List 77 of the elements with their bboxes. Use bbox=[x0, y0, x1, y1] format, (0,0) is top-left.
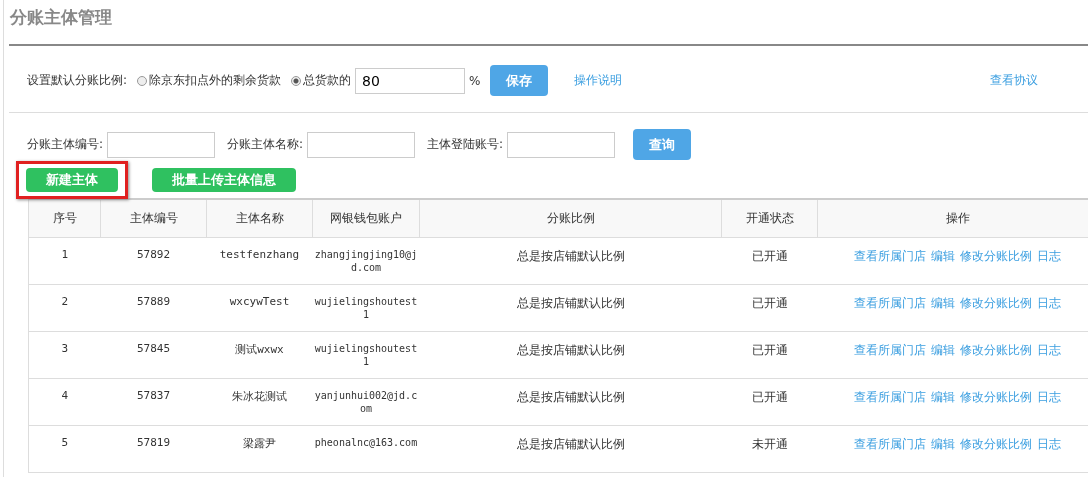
column-header: 主体名称 bbox=[206, 199, 313, 238]
field-label: 主体登陆账号: bbox=[427, 136, 504, 153]
save-button[interactable]: 保存 bbox=[490, 65, 549, 96]
action-link[interactable]: 修改分账比例 bbox=[959, 296, 1032, 310]
action-link[interactable]: 日志 bbox=[1036, 249, 1061, 263]
percent-sign: % bbox=[469, 73, 481, 88]
table-cell: 已开通 bbox=[721, 284, 818, 332]
column-header: 操作 bbox=[817, 199, 1088, 238]
table-cell: wujielingshoutest1 bbox=[312, 331, 420, 379]
table-cell: 测试wxwx bbox=[206, 331, 313, 379]
input-field[interactable] bbox=[107, 131, 216, 158]
column-header: 主体编号 bbox=[100, 199, 207, 238]
radio-label: 除京东扣点外的剩余货款 bbox=[149, 72, 282, 89]
table-cell: pheonalnc@163.com bbox=[312, 425, 420, 473]
action-link[interactable]: 查看所属门店 bbox=[853, 343, 926, 357]
action-link[interactable]: 编辑 bbox=[930, 249, 955, 263]
table-cell: 朱冰花测试 bbox=[206, 378, 313, 426]
table-cell: 3 bbox=[28, 331, 101, 379]
table-cell: 总是按店铺默认比例 bbox=[419, 425, 722, 473]
table-cell: 总是按店铺默认比例 bbox=[419, 237, 722, 285]
action-link[interactable]: 编辑 bbox=[930, 390, 955, 404]
input-field[interactable] bbox=[307, 131, 416, 158]
column-header: 序号 bbox=[28, 199, 101, 238]
setting-label: 设置默认分账比例: bbox=[27, 72, 128, 89]
table-cell: 5 bbox=[28, 425, 101, 473]
table-cell: 未开通 bbox=[721, 425, 818, 473]
action-link[interactable]: 查看所属门店 bbox=[853, 390, 926, 404]
page-title: 分账主体管理 bbox=[9, 6, 113, 29]
action-link[interactable]: 编辑 bbox=[930, 296, 955, 310]
table-cell: 总是按店铺默认比例 bbox=[419, 284, 722, 332]
action-link[interactable]: 日志 bbox=[1036, 390, 1061, 404]
agreement-link[interactable]: 查看协议 bbox=[990, 72, 1038, 89]
action-button[interactable]: 新建主体 bbox=[26, 168, 118, 192]
table-cell: 57837 bbox=[100, 378, 207, 426]
action-link[interactable]: 修改分账比例 bbox=[959, 437, 1032, 451]
column-header: 分账比例 bbox=[419, 199, 722, 238]
table-cell: zhangjingjing10@jd.com bbox=[312, 237, 420, 285]
action-link[interactable]: 编辑 bbox=[930, 437, 955, 451]
table-cell: 57892 bbox=[100, 237, 207, 285]
table-cell: 2 bbox=[28, 284, 101, 332]
help-link[interactable]: 操作说明 bbox=[574, 72, 623, 89]
radio-label: 总货款的 bbox=[303, 72, 352, 89]
input-field[interactable] bbox=[507, 131, 616, 158]
table-cell: 1 bbox=[28, 237, 101, 285]
table-cell: 已开通 bbox=[721, 331, 818, 379]
table-cell: 总是按店铺默认比例 bbox=[419, 378, 722, 426]
action-link[interactable]: 修改分账比例 bbox=[959, 343, 1032, 357]
action-button[interactable]: 批量上传主体信息 bbox=[152, 168, 296, 192]
table-cell: 已开通 bbox=[721, 237, 818, 285]
search-button[interactable]: 查询 bbox=[633, 129, 692, 160]
action-link[interactable]: 修改分账比例 bbox=[959, 390, 1032, 404]
action-link[interactable]: 查看所属门店 bbox=[853, 296, 926, 310]
table-cell: wxcywTest bbox=[206, 284, 313, 332]
table-cell: 4 bbox=[28, 378, 101, 426]
radio-button[interactable] bbox=[291, 75, 302, 86]
table-cell: 57889 bbox=[100, 284, 207, 332]
percent-field[interactable]: 80 bbox=[355, 67, 466, 94]
field-label: 分账主体编号: bbox=[27, 136, 104, 153]
action-link[interactable]: 查看所属门店 bbox=[853, 249, 926, 263]
table-cell: 已开通 bbox=[721, 378, 818, 426]
table-cell: 梁露尹 bbox=[206, 425, 313, 473]
column-header: 开通状态 bbox=[721, 199, 818, 238]
table-cell: wujielingshoutest1 bbox=[312, 284, 420, 332]
column-header: 网银钱包账户 bbox=[312, 199, 420, 238]
action-link[interactable]: 查看所属门店 bbox=[853, 437, 926, 451]
table-cell: testfenzhang bbox=[206, 237, 313, 285]
action-link[interactable]: 日志 bbox=[1036, 296, 1061, 310]
action-link[interactable]: 日志 bbox=[1036, 437, 1061, 451]
radio-button[interactable] bbox=[137, 75, 148, 86]
table-cell: 57819 bbox=[100, 425, 207, 473]
field-label: 分账主体名称: bbox=[227, 136, 304, 153]
table-cell: yanjunhui002@jd.com bbox=[312, 378, 420, 426]
table-cell: 总是按店铺默认比例 bbox=[419, 331, 722, 379]
action-link[interactable]: 修改分账比例 bbox=[959, 249, 1032, 263]
action-link[interactable]: 编辑 bbox=[930, 343, 955, 357]
action-link[interactable]: 日志 bbox=[1036, 343, 1061, 357]
table-cell: 57845 bbox=[100, 331, 207, 379]
